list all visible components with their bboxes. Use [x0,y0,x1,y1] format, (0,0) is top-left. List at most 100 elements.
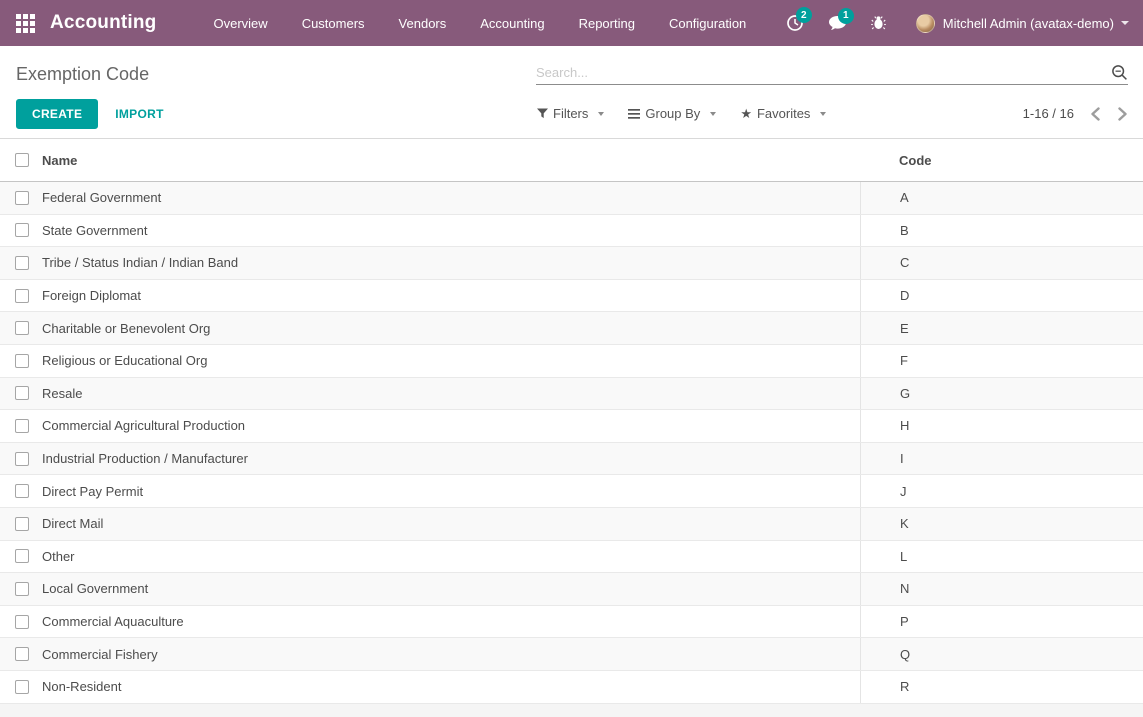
table-row[interactable]: Direct MailK [0,508,1143,541]
cell-name: Direct Pay Permit [42,484,860,499]
row-checkbox[interactable] [15,484,29,498]
row-checkbox[interactable] [15,517,29,531]
cell-code: P [860,606,1143,638]
table-row[interactable]: Commercial AquacultureP [0,606,1143,639]
table-row[interactable]: Commercial Agricultural ProductionH [0,410,1143,443]
cell-name: Local Government [42,581,860,596]
select-all-checkbox[interactable] [15,153,29,167]
row-checkbox[interactable] [15,289,29,303]
nav-item-vendors[interactable]: Vendors [382,10,464,37]
table-row[interactable]: Industrial Production / ManufacturerI [0,443,1143,476]
cell-code: C [860,247,1143,279]
top-navbar: Accounting OverviewCustomersVendorsAccou… [0,0,1143,46]
nav-item-accounting[interactable]: Accounting [463,10,561,37]
cell-code: D [860,280,1143,312]
nav-item-reporting[interactable]: Reporting [562,10,652,37]
pager-previous-icon[interactable] [1090,107,1101,121]
apps-grid-icon[interactable] [16,14,35,33]
filters-dropdown[interactable]: Filters [537,106,604,121]
row-checkbox[interactable] [15,452,29,466]
cell-code: H [860,410,1143,442]
row-checkbox[interactable] [15,680,29,694]
row-checkbox[interactable] [15,354,29,368]
create-button[interactable]: CREATE [16,99,98,129]
search-input[interactable] [536,65,1111,80]
cell-code: K [860,508,1143,540]
star-icon: ★ [740,107,752,120]
pager-value: 1-16 / 16 [1023,106,1074,121]
table-row[interactable]: Non-ResidentR [0,671,1143,704]
cell-name: Charitable or Benevolent Org [42,321,860,336]
cell-code: F [860,345,1143,377]
table-row[interactable]: Federal GovernmentA [0,182,1143,215]
table-row[interactable]: Religious or Educational OrgF [0,345,1143,378]
cell-name: Non-Resident [42,679,860,694]
row-checkbox[interactable] [15,582,29,596]
cell-name: Tribe / Status Indian / Indian Band [42,255,860,270]
row-checkbox[interactable] [15,191,29,205]
row-checkbox[interactable] [15,647,29,661]
row-checkbox[interactable] [15,419,29,433]
user-menu-caret-icon [1121,21,1129,25]
cell-name: Commercial Fishery [42,647,860,662]
bug-icon[interactable] [871,15,886,31]
import-button[interactable]: IMPORT [115,107,163,121]
table-row[interactable]: Tribe / Status Indian / Indian BandC [0,247,1143,280]
favorites-dropdown[interactable]: ★ Favorites [740,106,826,121]
cell-name: Direct Mail [42,516,860,531]
nav-item-configuration[interactable]: Configuration [652,10,763,37]
cell-name: Resale [42,386,860,401]
table-header: Name Code [0,139,1143,182]
cell-name: Foreign Diplomat [42,288,860,303]
cell-code: E [860,312,1143,344]
row-checkbox[interactable] [15,321,29,335]
cell-name: Religious or Educational Org [42,353,860,368]
filters-caret-icon [598,112,604,116]
messages-badge: 1 [838,8,854,24]
table-row[interactable]: Charitable or Benevolent OrgE [0,312,1143,345]
cell-code: N [860,573,1143,605]
activities-icon[interactable]: 2 [786,14,804,32]
cell-name: Federal Government [42,190,860,205]
cell-code: I [860,443,1143,475]
nav-menu: OverviewCustomersVendorsAccountingReport… [197,10,764,37]
user-menu[interactable]: Mitchell Admin (avatax-demo) [916,14,1129,33]
activities-badge: 2 [796,7,812,23]
list-body: Federal GovernmentAState GovernmentBTrib… [0,182,1143,704]
row-checkbox[interactable] [15,549,29,563]
group-by-dropdown[interactable]: Group By [628,106,716,121]
column-header-code[interactable]: Code [860,139,1143,181]
table-row[interactable]: Commercial FisheryQ [0,638,1143,671]
table-row[interactable]: OtherL [0,541,1143,574]
row-checkbox[interactable] [15,615,29,629]
cell-name: Industrial Production / Manufacturer [42,451,860,466]
row-checkbox[interactable] [15,386,29,400]
pager-next-icon[interactable] [1117,107,1128,121]
cell-code: A [860,182,1143,214]
cell-name: Other [42,549,860,564]
cell-name: State Government [42,223,860,238]
systray: 2 1 Mitchell Admin (avatax-demo) [786,14,1129,33]
cell-name: Commercial Agricultural Production [42,418,860,433]
table-row[interactable]: ResaleG [0,378,1143,411]
row-checkbox[interactable] [15,223,29,237]
cell-name: Commercial Aquaculture [42,614,860,629]
table-row[interactable]: State GovernmentB [0,215,1143,248]
table-row[interactable]: Direct Pay PermitJ [0,475,1143,508]
cell-code: Q [860,638,1143,670]
column-header-name[interactable]: Name [42,153,860,168]
messages-icon[interactable]: 1 [828,15,847,32]
group-by-icon [628,109,640,119]
table-row[interactable]: Foreign DiplomatD [0,280,1143,313]
row-checkbox[interactable] [15,256,29,270]
list-view: Name Code Federal GovernmentAState Gover… [0,138,1143,704]
cell-code: L [860,541,1143,573]
search-icon[interactable] [1111,64,1128,81]
nav-item-customers[interactable]: Customers [285,10,382,37]
app-title[interactable]: Accounting [50,12,157,34]
group-by-caret-icon [710,112,716,116]
table-row[interactable]: Local GovernmentN [0,573,1143,606]
cell-code: G [860,378,1143,410]
nav-item-overview[interactable]: Overview [197,10,285,37]
cell-code: R [860,671,1143,703]
